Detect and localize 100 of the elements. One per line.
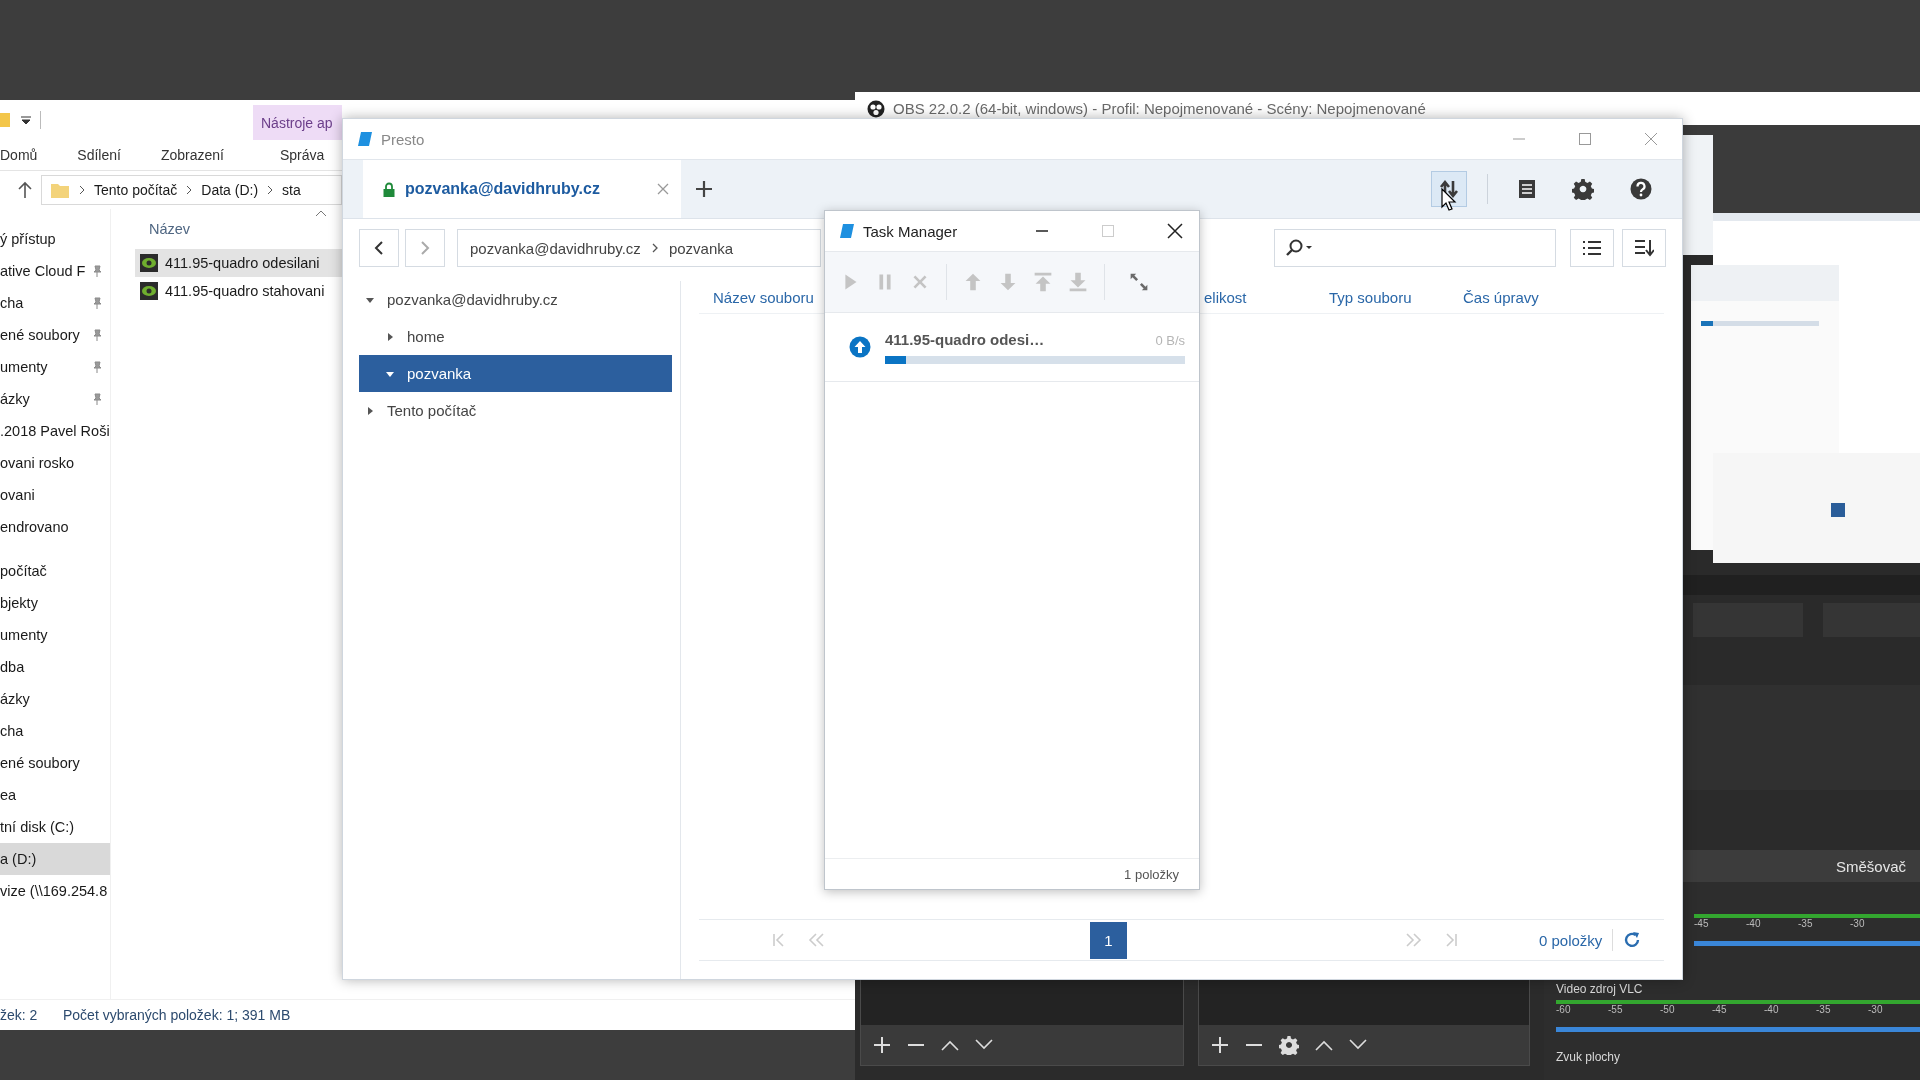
nav-item[interactable]: dba: [0, 651, 110, 683]
nav-item[interactable]: ené soubory: [0, 319, 110, 351]
ribbon-tab[interactable]: Sdílení: [77, 147, 121, 163]
ribbon-tab[interactable]: Domů: [0, 147, 38, 163]
nav-item[interactable]: umenty: [0, 351, 110, 383]
ribbon-tab[interactable]: Zobrazení: [160, 147, 224, 163]
address-segment[interactable]: sta: [282, 182, 301, 198]
tick-label: -55: [1608, 1004, 1624, 1015]
add-tab-icon[interactable]: [695, 180, 713, 198]
file-row[interactable]: 411.95-quadro odesilani: [135, 249, 342, 277]
address-segment[interactable]: Tento počítač: [94, 182, 178, 198]
tree-item[interactable]: pozvanka@davidhruby.cz: [359, 281, 672, 318]
nav-item[interactable]: ý přístup: [0, 223, 110, 255]
tick-label: -30: [1868, 1004, 1884, 1015]
window-title: Presto: [381, 130, 425, 148]
audio-source-label: Zvuk plochy: [1556, 1050, 1622, 1064]
chevron-icon: [185, 185, 194, 195]
log-icon[interactable]: [1518, 179, 1536, 199]
nav-item[interactable]: umenty: [0, 619, 110, 651]
status-text: žek: 2: [0, 1007, 39, 1023]
add-icon[interactable]: [1211, 1036, 1229, 1054]
sort-button[interactable]: [1622, 229, 1666, 267]
sort-icon: [1634, 239, 1654, 257]
chevron-down-icon[interactable]: [975, 1039, 993, 1051]
column-header[interactable]: Název: [149, 221, 191, 237]
item-count: 0 položky: [1539, 931, 1603, 949]
add-icon[interactable]: [873, 1036, 891, 1054]
nav-item[interactable]: endrovano: [0, 511, 110, 543]
nav-item[interactable]: ázky: [0, 683, 110, 715]
nav-item[interactable]: vize (\\169.254.8: [0, 875, 110, 907]
presto-logo-icon: [839, 223, 855, 239]
maximize-icon[interactable]: [1578, 132, 1592, 146]
connection-tab[interactable]: pozvanka@davidhruby.cz: [363, 160, 681, 218]
path-field[interactable]: pozvanka@davidhruby.cz pozvanka: [457, 229, 821, 267]
tick-label: -40: [1746, 918, 1762, 929]
up-arrow-icon[interactable]: [17, 181, 33, 199]
nav-item[interactable]: ázky: [0, 383, 110, 415]
audio-source-label: Video zdroj VLC: [1556, 982, 1644, 996]
chevron-up-icon[interactable]: [1315, 1039, 1333, 1051]
nav-item[interactable]: a (D:): [0, 843, 110, 875]
help-icon[interactable]: [1630, 178, 1652, 200]
nav-item[interactable]: ené soubory: [0, 747, 110, 779]
list-view-button[interactable]: [1570, 229, 1614, 267]
tree-item[interactable]: Tento počítač: [359, 392, 672, 429]
page-button[interactable]: 1: [1090, 921, 1127, 959]
tree-item[interactable]: pozvanka: [359, 355, 672, 392]
chevron-right-icon: [420, 240, 430, 256]
presto-logo-icon: [357, 131, 373, 147]
window-title: OBS 22.0.2 (64-bit, windows) - Profil: Nepojmenované - Scény: Nepojmenované: [893, 100, 1426, 117]
task-name: 411.95-quadro odesi…: [885, 330, 1046, 348]
nav-item[interactable]: cha: [0, 287, 110, 319]
window-title: Task Manager: [863, 222, 958, 240]
chevron-up-icon[interactable]: [941, 1039, 959, 1051]
nav-item[interactable]: ea: [0, 779, 110, 811]
file-icon: [139, 281, 159, 301]
tick-label: -40: [1764, 1004, 1780, 1015]
nav-item[interactable]: ovani: [0, 479, 110, 511]
column-header[interactable]: Název souboru: [713, 288, 814, 306]
nav-item[interactable]: bjekty: [0, 587, 110, 619]
tick-label: -45: [1712, 1004, 1728, 1015]
tree-item[interactable]: home: [359, 318, 672, 355]
nav-item[interactable]: ovani rosko: [0, 447, 110, 479]
caret-icon[interactable]: [385, 331, 395, 342]
chevron-icon: [266, 185, 275, 195]
breadcrumb-item[interactable]: pozvanka@davidhruby.cz: [470, 239, 641, 257]
close-icon[interactable]: [1167, 223, 1183, 239]
transfer-arrows-icon: [1439, 179, 1459, 199]
file-row[interactable]: 411.95-quadro stahovani: [135, 277, 342, 305]
column-header[interactable]: Čas úpravy: [1463, 288, 1539, 306]
ribbon-tab[interactable]: Správa: [280, 147, 325, 163]
chevron-down-icon[interactable]: [1349, 1039, 1367, 1051]
folder-icon: [50, 181, 70, 199]
ribbon-context-tab[interactable]: Nástroje ap: [253, 105, 342, 140]
folder-icon: [0, 111, 10, 129]
settings-icon[interactable]: [1279, 1035, 1299, 1055]
volume-slider[interactable]: [1556, 1027, 1920, 1032]
nav-item[interactable]: počítač: [0, 555, 110, 587]
nav-item[interactable]: tní disk (C:): [0, 811, 110, 843]
chevron-left-icon: [374, 240, 384, 256]
search-field[interactable]: [1274, 229, 1556, 267]
back-button[interactable]: [359, 229, 399, 267]
caret-icon[interactable]: [365, 405, 375, 416]
settings-icon[interactable]: [1572, 178, 1594, 200]
tick-label: -35: [1798, 918, 1814, 929]
tick-label: -30: [1850, 918, 1866, 929]
volume-slider[interactable]: [1694, 941, 1920, 946]
column-header[interactable]: elikost: [1204, 288, 1247, 306]
refresh-icon[interactable]: [1623, 931, 1642, 949]
breadcrumb-item[interactable]: pozvanka: [668, 239, 734, 257]
nav-item[interactable]: ative Cloud F: [0, 255, 110, 287]
sort-caret-icon: [315, 209, 327, 217]
address-bar[interactable]: Tento počítač Data (D:) sta: [41, 175, 342, 205]
address-segment[interactable]: Data (D:): [201, 182, 259, 198]
column-header[interactable]: Typ souboru: [1329, 288, 1412, 306]
item-count: 1 položky: [1124, 866, 1179, 882]
nav-item[interactable]: cha: [0, 715, 110, 747]
nav-item[interactable]: .2018 Pavel Roši: [0, 415, 110, 447]
dropdown-icon[interactable]: [20, 114, 32, 126]
transfer-speed: 0 B/s: [1155, 332, 1185, 348]
chevron-icon: [650, 242, 659, 254]
